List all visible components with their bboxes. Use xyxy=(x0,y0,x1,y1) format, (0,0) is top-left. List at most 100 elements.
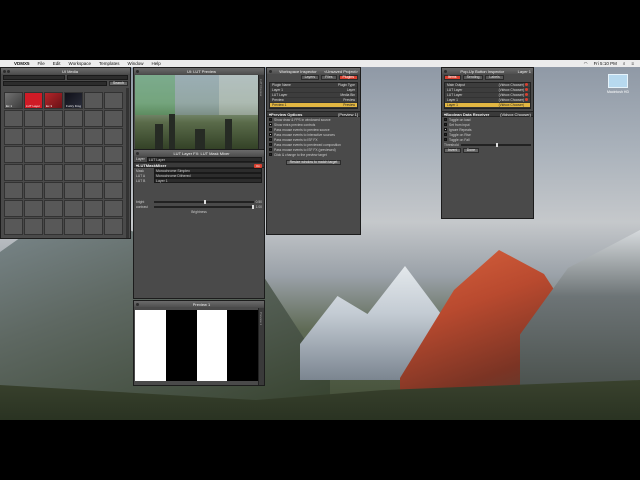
clip-slot[interactable] xyxy=(84,128,103,145)
clip-slot[interactable] xyxy=(84,110,103,127)
search-icon[interactable]: ⌕ xyxy=(623,61,626,66)
clip-slot[interactable] xyxy=(104,146,123,163)
clip-slot[interactable] xyxy=(24,182,43,199)
threshold-knob[interactable] xyxy=(495,142,498,147)
option-checkbox[interactable] xyxy=(269,133,272,136)
option-checkbox[interactable] xyxy=(269,153,272,156)
clip-slot[interactable] xyxy=(104,200,123,217)
media-bin-filter-field[interactable] xyxy=(3,80,107,86)
contrast-slider-knob[interactable] xyxy=(251,204,254,209)
lut-preview-titlebar[interactable]: UI: LUT Preview xyxy=(134,68,264,74)
tab-layers[interactable]: Layers xyxy=(300,74,320,80)
tab-files[interactable]: Files xyxy=(321,74,337,80)
menu-workspace[interactable]: Workspace xyxy=(69,61,91,66)
plugin-list-item[interactable]: Preview 1 Preview xyxy=(270,103,357,108)
clip-slot[interactable] xyxy=(64,182,83,199)
menu-templates[interactable]: Templates xyxy=(99,61,120,66)
lut-fx-on-toggle[interactable]: On xyxy=(253,163,262,168)
clip-slot[interactable]: Ex 3 xyxy=(44,92,63,109)
clip-slot[interactable] xyxy=(44,164,63,181)
minimize-icon[interactable] xyxy=(7,69,10,73)
clip-slot[interactable] xyxy=(104,110,123,127)
clip-slot[interactable] xyxy=(84,182,103,199)
resize-window-button[interactable]: Resize window to match target xyxy=(285,159,342,165)
close-icon[interactable] xyxy=(136,69,139,73)
menu-edit[interactable]: Edit xyxy=(53,61,61,66)
clip-slot[interactable] xyxy=(4,182,23,199)
lut-fx-lutb-select[interactable]: Layer 1 xyxy=(154,178,262,183)
close-icon[interactable] xyxy=(136,151,139,155)
clip-slot[interactable]: Fuzzy Frog xyxy=(64,92,83,109)
receiver-checkbox[interactable] xyxy=(444,118,447,121)
clip-slot[interactable] xyxy=(64,200,83,217)
option-checkbox[interactable] xyxy=(269,138,272,141)
clip-slot[interactable]: Ex 1 xyxy=(4,92,23,109)
media-bin-mode-select[interactable] xyxy=(66,74,128,80)
clip-slot[interactable] xyxy=(24,146,43,163)
close-icon[interactable] xyxy=(136,302,139,306)
clip-slot[interactable] xyxy=(4,128,23,145)
clip-slot[interactable] xyxy=(24,110,43,127)
clip-slot[interactable] xyxy=(104,182,123,199)
clip-slot[interactable] xyxy=(84,146,103,163)
clock[interactable]: Fri 5:10 PM xyxy=(594,61,617,66)
clip-slot[interactable] xyxy=(64,128,83,145)
popup-inspector-titlebar[interactable]: Pop-Up Button Inspector Layer 1 xyxy=(442,68,533,74)
clip-slot[interactable] xyxy=(4,164,23,181)
clip-slot[interactable] xyxy=(44,200,63,217)
tab-sending[interactable]: Sending xyxy=(462,74,484,80)
workspace-inspector-titlebar[interactable]: Workspace Inspector <Unsaved Project> xyxy=(267,68,360,74)
clip-slot[interactable] xyxy=(44,218,63,235)
clip-slot[interactable] xyxy=(44,182,63,199)
threshold-slider[interactable] xyxy=(460,142,531,147)
clip-slot[interactable] xyxy=(4,146,23,163)
contrast-slider[interactable] xyxy=(154,204,254,209)
wifi-icon[interactable]: ◠ xyxy=(584,61,588,67)
app-menu[interactable]: VDMX5 xyxy=(14,61,30,66)
close-icon[interactable] xyxy=(3,69,6,73)
clip-slot[interactable] xyxy=(4,200,23,217)
media-bin-scrollbar[interactable] xyxy=(126,88,129,238)
done-button[interactable]: Done xyxy=(462,147,480,153)
clip-slot[interactable] xyxy=(24,218,43,235)
hard-drive-icon[interactable] xyxy=(608,74,628,88)
menu-file[interactable]: File xyxy=(38,61,45,66)
clip-slot[interactable] xyxy=(84,200,103,217)
clip-slot[interactable] xyxy=(24,128,43,145)
receiver-checkbox[interactable] xyxy=(444,128,447,131)
search-button[interactable]: Search xyxy=(108,80,128,86)
media-bin-titlebar[interactable]: UI Media xyxy=(1,68,130,74)
lut-fx-titlebar[interactable]: LUT Layer FX: LUT Mask Mixer xyxy=(134,150,264,156)
option-checkbox[interactable] xyxy=(269,128,272,131)
clip-slot[interactable] xyxy=(104,218,123,235)
menu-help[interactable]: Help xyxy=(152,61,161,66)
bright-slider-knob[interactable] xyxy=(203,199,206,204)
clip-slot[interactable] xyxy=(104,92,123,109)
clip-slot[interactable] xyxy=(84,164,103,181)
tab-items[interactable]: Items xyxy=(444,74,461,80)
option-checkbox[interactable] xyxy=(269,143,272,146)
receiver-checkbox[interactable] xyxy=(444,133,447,136)
clip-slot[interactable] xyxy=(104,128,123,145)
option-checkbox[interactable] xyxy=(269,148,272,151)
lut-fx-layer-select[interactable]: LUT Layer xyxy=(146,156,262,162)
clip-slot[interactable] xyxy=(64,164,83,181)
receiver-checkbox[interactable] xyxy=(444,138,447,141)
option-checkbox[interactable] xyxy=(269,118,272,121)
clip-slot[interactable] xyxy=(4,218,23,235)
clip-slot[interactable] xyxy=(44,110,63,127)
option-checkbox[interactable] xyxy=(269,123,272,126)
clip-slot[interactable] xyxy=(44,128,63,145)
clip-slot[interactable] xyxy=(64,146,83,163)
menu-list-icon[interactable]: ≡ xyxy=(631,61,634,66)
preview1-titlebar[interactable]: Preview 1 xyxy=(134,301,264,307)
clip-slot[interactable] xyxy=(64,110,83,127)
clip-slot[interactable] xyxy=(24,164,43,181)
receiver-checkbox[interactable] xyxy=(444,123,447,126)
clip-slot[interactable] xyxy=(44,146,63,163)
clip-slot[interactable] xyxy=(24,200,43,217)
close-icon[interactable] xyxy=(269,69,272,73)
close-icon[interactable] xyxy=(444,69,447,73)
media-bin-page-select[interactable] xyxy=(3,74,65,80)
clip-slot[interactable] xyxy=(104,164,123,181)
